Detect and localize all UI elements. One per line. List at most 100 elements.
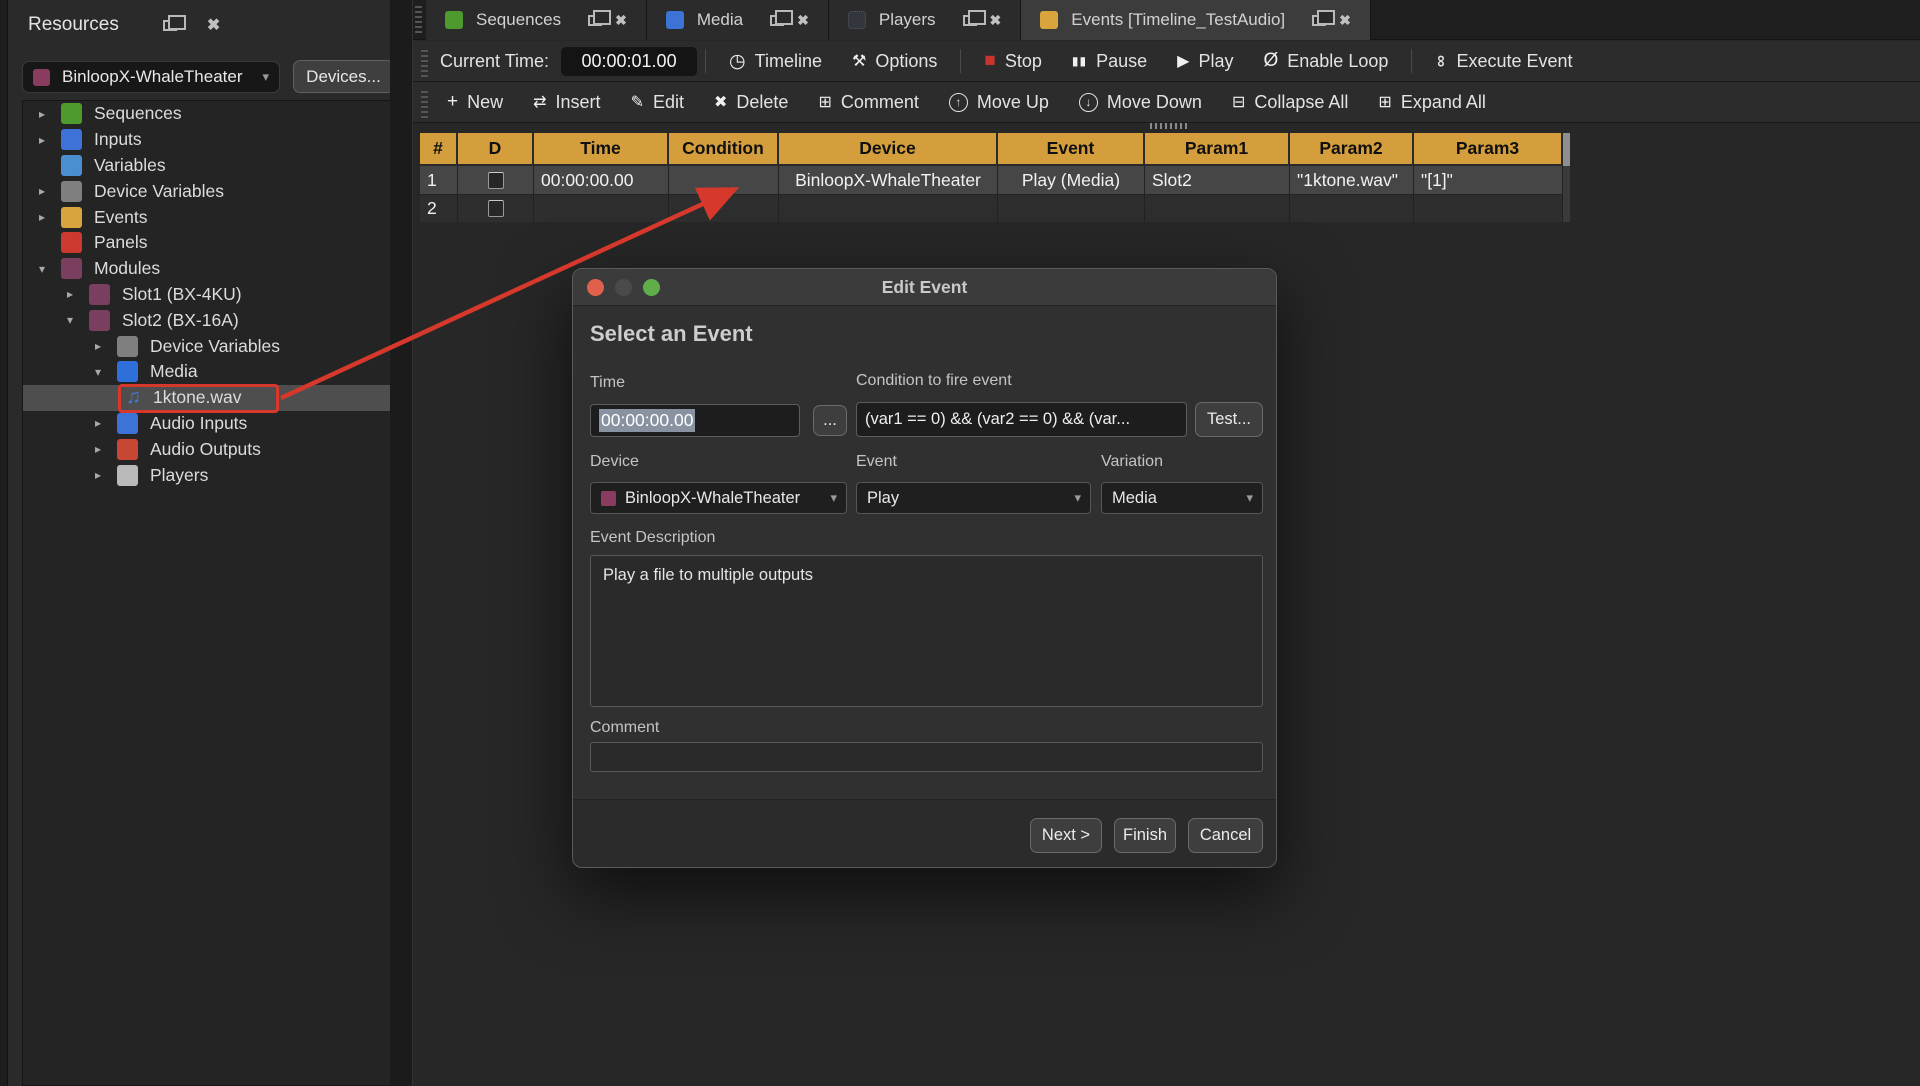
delete-button[interactable]: ✖ Delete — [699, 82, 803, 122]
chevron-right-icon[interactable]: ▸ — [67, 287, 89, 301]
cell-device[interactable] — [779, 194, 998, 222]
tree-item-audio-inputs[interactable]: ▸ Audio Inputs — [23, 411, 395, 437]
cell-condition[interactable] — [669, 194, 779, 222]
next-button[interactable]: Next > — [1030, 818, 1102, 853]
column-header-event[interactable]: Event — [998, 133, 1145, 166]
chevron-right-icon[interactable]: ▸ — [95, 339, 117, 353]
undock-panel-icon[interactable] — [163, 20, 177, 31]
column-header-param1[interactable]: Param1 — [1145, 133, 1290, 166]
cell-event[interactable]: Play (Media) — [998, 166, 1145, 194]
cancel-button[interactable]: Cancel — [1188, 818, 1263, 853]
tree-item-inputs[interactable]: ▸ Inputs — [23, 127, 395, 153]
tree-item-modules[interactable]: ▾ Modules — [23, 256, 395, 282]
options-button[interactable]: ⚒ Options — [837, 41, 952, 81]
timeline-button[interactable]: ◷ Timeline — [714, 41, 837, 81]
tab-players[interactable]: Players ✖ — [829, 0, 1021, 40]
test-condition-button[interactable]: Test... — [1195, 402, 1263, 437]
toolbar-grip-handle[interactable] — [415, 6, 422, 34]
insert-button[interactable]: ⇄ Insert — [518, 82, 615, 122]
cell-param1[interactable]: Slot2 — [1145, 166, 1290, 194]
device-dropdown[interactable]: BinloopX-WhaleTheater ▾ — [590, 482, 847, 514]
pause-button[interactable]: ▮▮ Pause — [1057, 41, 1162, 81]
tab-sequences[interactable]: Sequences ✖ — [426, 0, 647, 40]
dialog-title-bar[interactable]: Edit Event — [573, 269, 1276, 306]
time-input[interactable]: 00:00:00.00 — [590, 404, 800, 437]
stop-button[interactable]: ■ Stop — [969, 41, 1057, 81]
cell-param2[interactable]: "1ktone.wav" — [1290, 166, 1414, 194]
column-header-param3[interactable]: Param3 — [1414, 133, 1563, 166]
disable-checkbox[interactable] — [488, 200, 504, 217]
finish-button[interactable]: Finish — [1114, 818, 1176, 853]
tree-item-device-variables[interactable]: ▸ Device Variables — [23, 178, 395, 204]
chevron-right-icon[interactable]: ▸ — [39, 133, 61, 147]
cell-condition[interactable] — [669, 166, 779, 194]
cell-param1[interactable] — [1145, 194, 1290, 222]
comment-button[interactable]: ⊞ Comment — [803, 82, 933, 122]
toolbar-grip-handle[interactable] — [421, 91, 428, 119]
tree-item-audio-outputs[interactable]: ▸ Audio Outputs — [23, 436, 395, 462]
chevron-right-icon[interactable]: ▸ — [39, 210, 61, 224]
comment-input[interactable] — [590, 742, 1263, 772]
enable-loop-button[interactable]: Ø Enable Loop — [1248, 41, 1403, 81]
tree-item-media[interactable]: ▾ Media — [23, 359, 395, 385]
cell-disable[interactable] — [458, 166, 534, 194]
tree-item-events[interactable]: ▸ Events — [23, 204, 395, 230]
panel-splitter[interactable] — [390, 0, 413, 1086]
tab-media[interactable]: Media ✖ — [647, 0, 829, 40]
undock-tab-icon[interactable] — [963, 15, 977, 26]
cell-event[interactable] — [998, 194, 1145, 222]
expand-all-button[interactable]: ⊞ Expand All — [1363, 82, 1500, 122]
edit-button[interactable]: ✎ Edit — [616, 82, 699, 122]
chevron-down-icon[interactable]: ▾ — [67, 313, 89, 327]
move-up-button[interactable]: ↑ Move Up — [934, 82, 1064, 122]
collapse-all-button[interactable]: ⊟ Collapse All — [1217, 82, 1363, 122]
close-panel-icon[interactable]: ✖ — [207, 15, 220, 35]
tree-item-players[interactable]: ▸ Players — [23, 462, 395, 488]
cell-device[interactable]: BinloopX-WhaleTheater — [779, 166, 998, 194]
tab-events-timeline-testaudio[interactable]: Events [Timeline_TestAudio] ✖ — [1021, 0, 1371, 40]
column-header-num[interactable]: # — [420, 133, 458, 166]
column-splitter-handle[interactable] — [1150, 123, 1188, 129]
tree-item-slot2-device-variables[interactable]: ▸ Device Variables — [23, 333, 395, 359]
cell-param2[interactable] — [1290, 194, 1414, 222]
execute-event-button[interactable]: ∞ Execute Event — [1420, 41, 1587, 81]
chevron-down-icon[interactable]: ▾ — [39, 262, 61, 276]
tree-item-slot2[interactable]: ▾ Slot2 (BX-16A) — [23, 307, 395, 333]
toolbar-grip-handle[interactable] — [421, 50, 428, 78]
close-tab-icon[interactable]: ✖ — [797, 12, 809, 29]
undock-tab-icon[interactable] — [588, 15, 602, 26]
device-selector-dropdown[interactable]: BinloopX-WhaleTheater ▾ — [22, 61, 280, 93]
cell-num[interactable]: 2 — [420, 194, 458, 222]
browse-time-button[interactable]: ... — [813, 405, 847, 436]
current-time-input[interactable]: 00:00:01.00 — [561, 47, 697, 76]
chevron-right-icon[interactable]: ▸ — [95, 468, 117, 482]
chevron-down-icon[interactable]: ▾ — [95, 365, 117, 379]
chevron-right-icon[interactable]: ▸ — [95, 416, 117, 430]
tree-item-variables[interactable]: Variables — [23, 153, 395, 179]
column-header-d[interactable]: D — [458, 133, 534, 166]
tree-item-slot1[interactable]: ▸ Slot1 (BX-4KU) — [23, 282, 395, 308]
undock-tab-icon[interactable] — [770, 15, 784, 26]
cell-num[interactable]: 1 — [420, 166, 458, 194]
chevron-right-icon[interactable]: ▸ — [39, 107, 61, 121]
play-button[interactable]: ▶ Play — [1162, 41, 1248, 81]
column-header-param2[interactable]: Param2 — [1290, 133, 1414, 166]
cell-disable[interactable] — [458, 194, 534, 222]
event-dropdown[interactable]: Play ▾ — [856, 482, 1091, 514]
column-header-device[interactable]: Device — [779, 133, 998, 166]
table-scrollbar[interactable] — [1563, 166, 1570, 222]
disable-checkbox[interactable] — [488, 172, 504, 189]
cell-param3[interactable] — [1414, 194, 1563, 222]
tree-item-sequences[interactable]: ▸ Sequences — [23, 101, 395, 127]
devices-button[interactable]: Devices... — [293, 60, 394, 93]
close-tab-icon[interactable]: ✖ — [990, 12, 1002, 29]
undock-tab-icon[interactable] — [1312, 15, 1326, 26]
move-down-button[interactable]: ↓ Move Down — [1064, 82, 1217, 122]
close-tab-icon[interactable]: ✖ — [615, 12, 627, 29]
condition-input[interactable]: (var1 == 0) && (var2 == 0) && (var... — [856, 402, 1187, 437]
variation-dropdown[interactable]: Media ▾ — [1101, 482, 1263, 514]
chevron-right-icon[interactable]: ▸ — [39, 184, 61, 198]
cell-time[interactable] — [534, 194, 669, 222]
chevron-right-icon[interactable]: ▸ — [95, 442, 117, 456]
column-header-condition[interactable]: Condition — [669, 133, 779, 166]
